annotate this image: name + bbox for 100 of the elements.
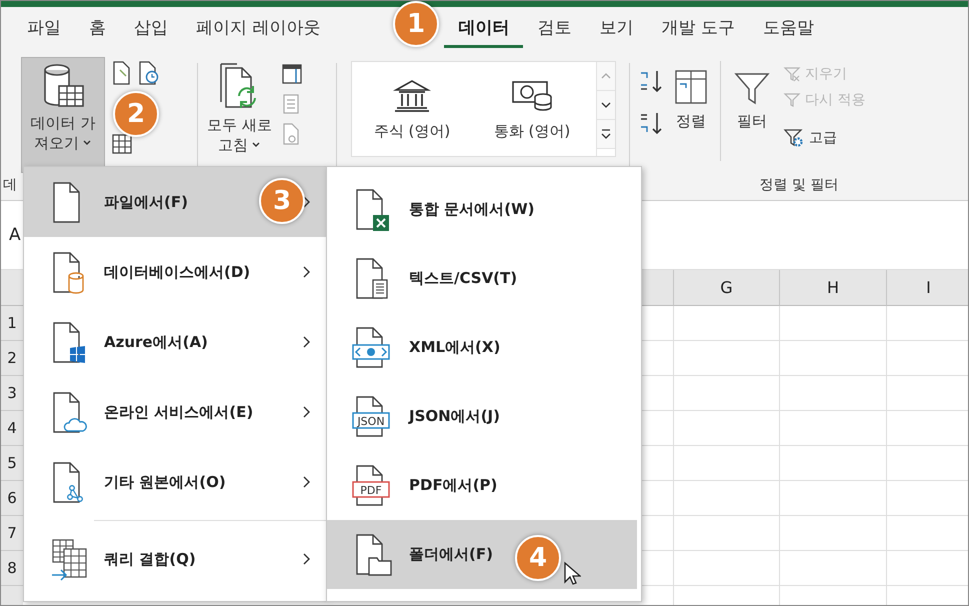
submenu-item[interactable]: JSON JSON에서(J) [327, 382, 637, 451]
group-label: 데 [2, 176, 17, 195]
grid-cell[interactable] [673, 411, 779, 446]
submenu-item[interactable]: 텍스트/CSV(T) [327, 244, 637, 313]
row-header[interactable]: 5 [1, 446, 23, 481]
row-header[interactable]: 4 [1, 411, 23, 446]
ribbon-tab[interactable]: 페이지 레이아웃 [182, 10, 334, 48]
ribbon-tab[interactable]: 보기 [585, 10, 648, 48]
grid-cell[interactable] [886, 446, 968, 481]
row-header[interactable]: 2 [1, 341, 23, 376]
edit-links-icon[interactable] [280, 123, 301, 145]
caret-icon [82, 139, 92, 148]
advanced-button[interactable]: 고급 [783, 127, 866, 149]
menu-item[interactable]: 데이터베이스에서(D) [24, 237, 326, 307]
ribbon-tab[interactable]: 도움말 [748, 10, 828, 48]
column-header[interactable]: I [886, 270, 968, 306]
menu-item[interactable]: 기타 원본에서(O) [24, 447, 326, 517]
submenu-item-label: 폴더에서(F) [409, 545, 493, 564]
grid-cell[interactable] [673, 516, 779, 551]
column-header[interactable]: H [779, 270, 886, 306]
submenu-item[interactable]: PDF PDF에서(P) [327, 451, 637, 520]
menu-item[interactable]: 쿼리 결합(Q) [24, 524, 326, 594]
submenu-item[interactable]: 통합 문서에서(W) [327, 175, 637, 244]
ribbon-tab[interactable]: 개발 도구 [647, 10, 749, 48]
mouse-pointer-icon [563, 561, 581, 587]
json-file-icon [352, 396, 390, 436]
row-header[interactable]: 8 [1, 551, 23, 586]
filter-icon [783, 91, 801, 109]
menu-item-label: 파일에서(F) [104, 192, 188, 212]
grid-cell[interactable] [886, 551, 968, 586]
grid-cell[interactable] [673, 306, 779, 341]
folder-icon [356, 534, 392, 576]
caret-icon [250, 141, 261, 150]
grid-cell[interactable] [886, 341, 968, 376]
grid-cell[interactable] [779, 376, 886, 411]
grid-cell[interactable] [886, 376, 968, 411]
document-icon[interactable] [111, 61, 131, 85]
ribbon-tab[interactable]: 삽입 [120, 10, 182, 48]
submenu-item-label: XML에서(X) [409, 338, 500, 357]
file-type-label: JSON [357, 414, 385, 428]
grid-cell[interactable] [779, 341, 886, 376]
sort-button[interactable]: 정렬 [666, 57, 716, 142]
grid-cell[interactable] [779, 516, 886, 551]
grid-cell[interactable] [779, 306, 886, 341]
spreadsheet-file-icon [356, 188, 389, 230]
chevron-right-icon [302, 475, 312, 489]
table-icon[interactable] [111, 133, 133, 155]
submenu-item-label: JSON에서(J) [409, 407, 500, 426]
submenu-item[interactable]: XML에서(X) [327, 313, 637, 382]
menu-item[interactable]: 온라인 서비스에서(E) [24, 377, 326, 447]
filter-button[interactable]: 필터 [725, 57, 779, 142]
properties-icon[interactable] [280, 93, 301, 115]
grid-cell[interactable] [673, 341, 779, 376]
submenu-item-label: PDF에서(P) [409, 476, 498, 495]
select-all-corner[interactable] [1, 270, 23, 306]
menu-item-label: 기타 원본에서(O) [104, 472, 226, 492]
row-header[interactable]: 6 [1, 481, 23, 516]
chevron-right-icon [302, 265, 312, 279]
grid-cell[interactable] [673, 551, 779, 586]
chevron-right-icon [302, 335, 312, 349]
database-table-icon [41, 62, 85, 110]
grid-cell[interactable] [673, 376, 779, 411]
grid-cell[interactable] [779, 481, 886, 516]
chevron-right-icon [302, 405, 312, 419]
name-box[interactable]: A [1, 225, 21, 245]
grid-cell[interactable] [886, 411, 968, 446]
grid-cell[interactable] [673, 446, 779, 481]
file-type-label: PDF [360, 484, 382, 496]
ribbon-tab[interactable]: 홈 [75, 10, 120, 48]
grid-cell[interactable] [779, 551, 886, 586]
clear-filter-icon [783, 65, 801, 83]
bank-icon [392, 78, 432, 114]
ribbon-tab[interactable]: 검토 [523, 10, 586, 48]
document-clock-icon[interactable] [137, 61, 159, 85]
row-header[interactable]: 1 [1, 306, 23, 341]
currency-button[interactable]: 통화 (영어) [472, 62, 592, 156]
chevron-right-icon [302, 552, 312, 566]
grid-cell[interactable] [779, 446, 886, 481]
grid-cell[interactable] [779, 411, 886, 446]
stocks-button[interactable]: 주식 (영어) [352, 62, 472, 156]
get-data-button[interactable]: 데이터 가 져오기 [21, 57, 105, 173]
grid-cell[interactable] [886, 481, 968, 516]
submenu-item-label: 통합 문서에서(W) [409, 200, 534, 219]
grid-cell[interactable] [886, 306, 968, 341]
queries-pane-icon[interactable] [280, 63, 303, 85]
grid-cell[interactable] [673, 481, 779, 516]
text-file-icon [356, 258, 388, 298]
filter-gear-icon [783, 127, 805, 149]
row-header[interactable]: 3 [1, 376, 23, 411]
grid-cell[interactable] [886, 516, 968, 551]
scroll-down-icon[interactable] [597, 91, 615, 120]
column-header[interactable]: G [673, 270, 779, 306]
ribbon-tab[interactable]: 데이터 [444, 10, 524, 48]
row-header[interactable]: 7 [1, 516, 23, 551]
refresh-all-button[interactable]: 모두 새로 고침 [204, 57, 275, 160]
submenu-item-label: 텍스트/CSV(T) [409, 269, 518, 288]
ribbon-tab[interactable]: 파일 [13, 10, 75, 48]
more-icon[interactable] [597, 120, 615, 149]
menu-item[interactable]: Azure에서(A) [24, 307, 326, 377]
xml-file-icon [352, 326, 390, 368]
